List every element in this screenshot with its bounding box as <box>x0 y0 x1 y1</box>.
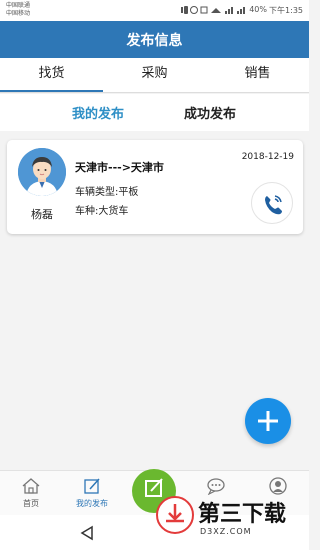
clock: 下午1:35 <box>269 6 303 15</box>
watermark-subtitle: D3XZ.COM <box>200 527 252 536</box>
page-title: 发布信息 <box>126 33 183 49</box>
nav-home-label: 首页 <box>23 499 39 508</box>
subtab-successful-posts[interactable]: 成功发布 <box>184 103 236 122</box>
contact-name: 杨磊 <box>31 208 53 221</box>
person-avatar-icon <box>18 148 66 196</box>
post-date: 2018-12-19 <box>241 152 294 162</box>
watermark-title: 第三下载 <box>198 502 287 527</box>
avatar <box>18 148 66 196</box>
add-post-button[interactable] <box>245 398 291 444</box>
battery-level: 40% <box>249 5 267 14</box>
carrier-1: 中国联通 <box>6 2 31 9</box>
status-bar: 中国联通 中国移动 40% 下午1:35 <box>0 0 309 21</box>
call-button[interactable] <box>251 182 293 224</box>
nav-home[interactable]: 首页 <box>1 471 61 516</box>
carrier-2: 中国移动 <box>6 10 31 17</box>
carrier-info: 中国联通 中国移动 <box>6 2 30 18</box>
tab-sales[interactable]: 销售 <box>206 58 309 92</box>
cargo-type: 车种:大货车 <box>75 206 129 217</box>
back-button[interactable] <box>78 523 96 543</box>
vehicle-type: 车辆类型:平板 <box>75 187 139 198</box>
nav-my-posts-label: 我的发布 <box>76 499 108 508</box>
title-bar: 发布信息 <box>0 21 309 58</box>
nav-my-posts[interactable]: 我的发布 <box>62 471 122 516</box>
home-icon <box>22 478 40 494</box>
edit-icon <box>84 478 100 494</box>
tab-find-goods[interactable]: 找货 <box>0 58 103 92</box>
main-tabs: 找货 采购 销售 <box>0 58 309 93</box>
tab-label: 销售 <box>244 66 271 81</box>
download-badge-icon <box>156 496 194 534</box>
sub-tabs: 我的发布 成功发布 <box>0 94 309 131</box>
route: 天津市--->天津市 <box>75 161 164 174</box>
chat-icon <box>207 478 225 495</box>
subtab-my-posts[interactable]: 我的发布 <box>72 103 124 122</box>
watermark-logo: 第三下载 D3XZ.COM <box>150 494 309 550</box>
plus-icon <box>258 411 278 431</box>
listing-card[interactable]: 杨磊 天津市--->天津市 2018-12-19 车辆类型:平板 车种:大货车 <box>7 140 303 234</box>
signal-icons <box>181 6 245 14</box>
tab-purchase[interactable]: 采购 <box>103 58 206 92</box>
tab-label: 找货 <box>38 66 65 81</box>
phone-icon <box>265 195 282 215</box>
status-icons <box>181 5 251 17</box>
tab-label: 采购 <box>141 66 168 81</box>
user-icon <box>269 477 287 495</box>
